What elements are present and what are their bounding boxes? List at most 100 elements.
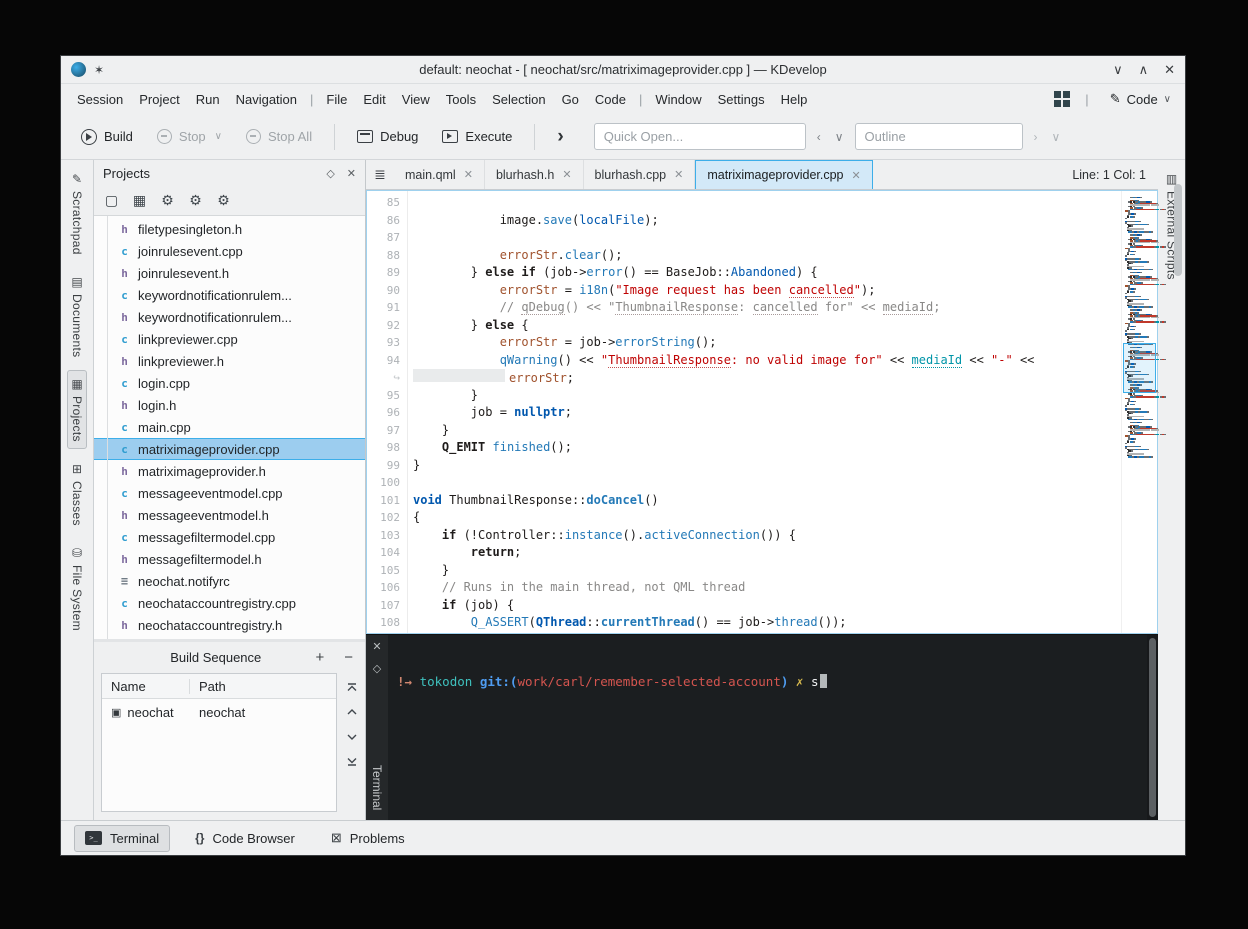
- dock-tab-projects[interactable]: ▦Projects: [67, 370, 87, 449]
- tree-item-login-cpp[interactable]: clogin.cpp: [94, 372, 365, 394]
- close-tab-icon[interactable]: ✕: [464, 168, 473, 181]
- locate-document-icon[interactable]: ▢: [99, 188, 124, 212]
- tree-item-joinrulesevent-cpp[interactable]: cjoinrulesevent.cpp: [94, 240, 365, 262]
- tree-item-messagefiltermodel-h[interactable]: hmessagefiltermodel.h: [94, 548, 365, 570]
- stop-button[interactable]: Stop ∨: [149, 124, 230, 149]
- editor-tab-blurhash-h[interactable]: blurhash.h✕: [485, 160, 584, 189]
- detach-terminal-icon[interactable]: ◇: [373, 662, 381, 675]
- code-token: if: [442, 528, 456, 542]
- build-sequence-row[interactable]: ▣neochatneochat: [102, 699, 336, 725]
- stop-all-button[interactable]: Stop All: [238, 124, 320, 149]
- tree-item-linkpreviewer-h[interactable]: hlinkpreviewer.h: [94, 350, 365, 372]
- build-button[interactable]: Build: [73, 124, 141, 150]
- tree-item-neochatconfig-kcfg[interactable]: ⚙neochatconfig.kcfg: [94, 636, 365, 639]
- terminal-scrollbar[interactable]: [1147, 635, 1158, 820]
- outline-dropdown-icon[interactable]: ∨: [1049, 130, 1064, 144]
- minimize-button[interactable]: ∨: [1113, 62, 1123, 78]
- tree-item-neochataccountregistry-h[interactable]: hneochataccountregistry.h: [94, 614, 365, 636]
- menu-project[interactable]: Project: [131, 88, 187, 111]
- code-token: image.: [413, 213, 543, 227]
- tree-item-filetypesingleton-h[interactable]: hfiletypesingleton.h: [94, 218, 365, 240]
- project-tree[interactable]: hfiletypesingleton.hcjoinrulesevent.cpph…: [94, 215, 365, 639]
- area-switcher-icon[interactable]: [1054, 91, 1070, 107]
- execute-button[interactable]: Execute: [434, 124, 520, 149]
- remove-button[interactable]: −: [342, 649, 355, 666]
- minimap[interactable]: [1121, 191, 1157, 633]
- minimap-viewport[interactable]: [1123, 343, 1156, 393]
- editor-tab-matriximageprovider-cpp[interactable]: matriximageprovider.cpp✕: [695, 160, 872, 189]
- menu-settings[interactable]: Settings: [710, 88, 773, 111]
- tree-item-main-cpp[interactable]: cmain.cpp: [94, 416, 365, 438]
- editor-tab-blurhash-cpp[interactable]: blurhash.cpp✕: [584, 160, 696, 189]
- move-up-icon[interactable]: [346, 706, 358, 718]
- menu-selection[interactable]: Selection: [484, 88, 553, 111]
- close-panel-icon[interactable]: ✕: [347, 167, 356, 180]
- editor-tab-main-qml[interactable]: main.qml✕: [394, 160, 485, 189]
- debug-button[interactable]: Debug: [349, 124, 426, 149]
- move-bottom-icon[interactable]: [346, 756, 358, 768]
- statusbar-tab-terminal[interactable]: >_Terminal: [74, 825, 170, 852]
- tree-item-messagefiltermodel-cpp[interactable]: cmessagefiltermodel.cpp: [94, 526, 365, 548]
- add-button[interactable]: +: [313, 649, 326, 666]
- area-code-button[interactable]: ✎ Code ∨: [1104, 88, 1177, 110]
- maximize-button[interactable]: ∧: [1139, 62, 1149, 78]
- tree-item-login-h[interactable]: hlogin.h: [94, 394, 365, 416]
- code-token: else: [485, 318, 514, 332]
- menu-session[interactable]: Session: [69, 88, 131, 111]
- tree-item-messageeventmodel-cpp[interactable]: cmessageeventmodel.cpp: [94, 482, 365, 504]
- build-selection-icon[interactable]: ⚙: [155, 188, 180, 212]
- outline-input[interactable]: [855, 123, 1023, 150]
- quick-open-input[interactable]: [594, 123, 806, 150]
- close-tab-icon[interactable]: ✕: [674, 168, 683, 181]
- dock-tab-scratchpad[interactable]: ✎Scratchpad: [67, 165, 87, 262]
- quickopen-dropdown-icon[interactable]: ∨: [832, 130, 847, 144]
- menu-file[interactable]: File: [318, 88, 355, 111]
- close-tab-icon[interactable]: ✕: [562, 168, 571, 181]
- tree-item-joinrulesevent-h[interactable]: hjoinrulesevent.h: [94, 262, 365, 284]
- terminal-scrollbar-thumb[interactable]: [1149, 638, 1156, 817]
- close-tab-icon[interactable]: ✕: [852, 169, 861, 182]
- close-button[interactable]: ✕: [1164, 62, 1175, 78]
- menu-go[interactable]: Go: [554, 88, 587, 111]
- tree-scrollbar[interactable]: [1174, 184, 1182, 276]
- install-selection-icon[interactable]: ⚙: [183, 188, 208, 212]
- tree-item-keywordnotificationrulem-[interactable]: hkeywordnotificationrulem...: [94, 306, 365, 328]
- tree-item-messageeventmodel-h[interactable]: hmessageeventmodel.h: [94, 504, 365, 526]
- float-panel-icon[interactable]: ◇: [326, 167, 334, 180]
- tree-item-matriximageprovider-cpp[interactable]: cmatriximageprovider.cpp: [94, 438, 365, 460]
- next-session-icon[interactable]: ›: [549, 126, 571, 148]
- column-header-name[interactable]: Name: [102, 679, 190, 694]
- terminal-output[interactable]: !→ tokodon git:(work/carl/remember-selec…: [388, 635, 1147, 820]
- dock-tab-documents[interactable]: ▤Documents: [67, 268, 87, 364]
- document-switcher-icon[interactable]: ≣: [366, 160, 394, 189]
- menu-tools[interactable]: Tools: [438, 88, 484, 111]
- menu-run[interactable]: Run: [188, 88, 228, 111]
- code-line: job = nullptr;: [413, 404, 1121, 422]
- code-lines[interactable]: image.save(localFile); errorStr.clear();…: [408, 191, 1121, 633]
- menu-navigation[interactable]: Navigation: [228, 88, 305, 111]
- forward-icon[interactable]: ›: [1031, 130, 1041, 144]
- back-icon[interactable]: ‹: [814, 130, 824, 144]
- menu-window[interactable]: Window: [647, 88, 709, 111]
- dock-tab-classes[interactable]: ⊞Classes: [67, 455, 87, 533]
- move-top-icon[interactable]: [346, 681, 358, 693]
- show-targets-icon[interactable]: ▦: [127, 188, 152, 212]
- tree-item-linkpreviewer-cpp[interactable]: clinkpreviewer.cpp: [94, 328, 365, 350]
- code-editor[interactable]: 85868788899091929394↪9596979899100101102…: [366, 190, 1158, 634]
- menu-view[interactable]: View: [394, 88, 438, 111]
- tree-item-neochat-notifyrc[interactable]: ≡neochat.notifyrc: [94, 570, 365, 592]
- tree-item-keywordnotificationrulem-[interactable]: ckeywordnotificationrulem...: [94, 284, 365, 306]
- menu-code[interactable]: Code: [587, 88, 634, 111]
- menu-edit[interactable]: Edit: [355, 88, 393, 111]
- tree-item-matriximageprovider-h[interactable]: hmatriximageprovider.h: [94, 460, 365, 482]
- statusbar-tab-problems[interactable]: ⊠Problems: [320, 824, 416, 852]
- close-terminal-icon[interactable]: ✕: [372, 640, 381, 653]
- tree-item-neochataccountregistry-cpp[interactable]: cneochataccountregistry.cpp: [94, 592, 365, 614]
- statusbar-tab-code-browser[interactable]: {}Code Browser: [184, 825, 306, 852]
- menu-help[interactable]: Help: [773, 88, 816, 111]
- configure-selection-icon[interactable]: ⚙: [211, 188, 236, 212]
- dock-tab-file-system[interactable]: ⛁File System: [67, 539, 87, 638]
- move-down-icon[interactable]: [346, 731, 358, 743]
- column-header-path[interactable]: Path: [190, 679, 235, 694]
- code-token: clear: [565, 248, 601, 262]
